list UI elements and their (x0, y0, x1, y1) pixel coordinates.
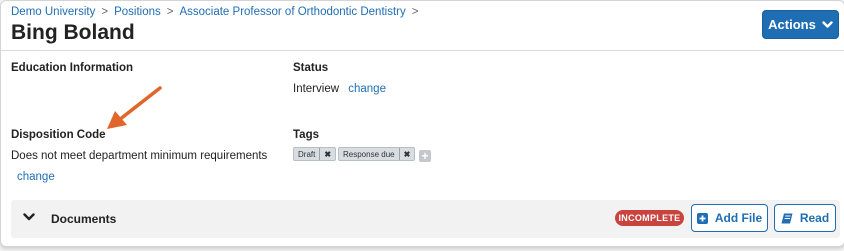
status-value: Interview (293, 83, 340, 95)
chevron-down-icon (822, 20, 833, 28)
candidate-card: Demo University > Positions > Associate Prof… (0, 0, 844, 247)
plus-square-icon (696, 212, 708, 224)
add-file-label: Add File (714, 211, 763, 225)
tag-response-due: Response due ✖ (338, 147, 416, 161)
plus-icon: + (421, 149, 429, 163)
disposition-change-link[interactable]: change (17, 171, 55, 183)
read-button[interactable]: Read (774, 204, 836, 232)
status-change-link[interactable]: change (348, 83, 386, 95)
breadcrumb-separator: > (411, 6, 419, 18)
page-title: Bing Boland (11, 21, 135, 44)
status-label: Status (293, 62, 329, 74)
disposition-code-label: Disposition Code (11, 129, 106, 141)
breadcrumb-item-positions[interactable]: Positions (114, 6, 161, 18)
breadcrumb-item-position[interactable]: Associate Professor of Orthodontic Denti… (179, 6, 405, 18)
chevron-down-icon[interactable] (23, 213, 35, 222)
tag-remove-button[interactable]: ✖ (398, 148, 415, 160)
annotation-arrow-icon (107, 86, 162, 129)
actions-label: Actions (768, 17, 816, 32)
status-row: Interview change (293, 83, 386, 95)
add-file-button[interactable]: Add File (691, 204, 768, 232)
tag-label: Draft (298, 149, 316, 159)
tags-label: Tags (293, 129, 319, 141)
breadcrumb-separator: > (166, 6, 174, 18)
tag-draft: Draft ✖ (293, 147, 337, 161)
documents-bar: Documents INCOMPLETE Add File Read (11, 200, 840, 238)
divider (1, 50, 844, 51)
breadcrumb: Demo University > Positions > Associate Prof… (11, 6, 424, 18)
tag-remove-button[interactable]: ✖ (319, 148, 335, 160)
read-label: Read (799, 211, 830, 225)
tag-label: Response due (343, 149, 395, 159)
breadcrumb-separator: > (101, 6, 109, 18)
add-tag-button[interactable]: + (419, 150, 431, 162)
status-badge: INCOMPLETE (615, 210, 684, 226)
book-icon (781, 213, 793, 223)
actions-button[interactable]: Actions (762, 10, 839, 39)
disposition-code-value: Does not meet department minimum require… (11, 150, 268, 162)
documents-title: Documents (51, 212, 117, 226)
education-label: Education Information (11, 62, 134, 74)
breadcrumb-item-university[interactable]: Demo University (11, 6, 95, 18)
